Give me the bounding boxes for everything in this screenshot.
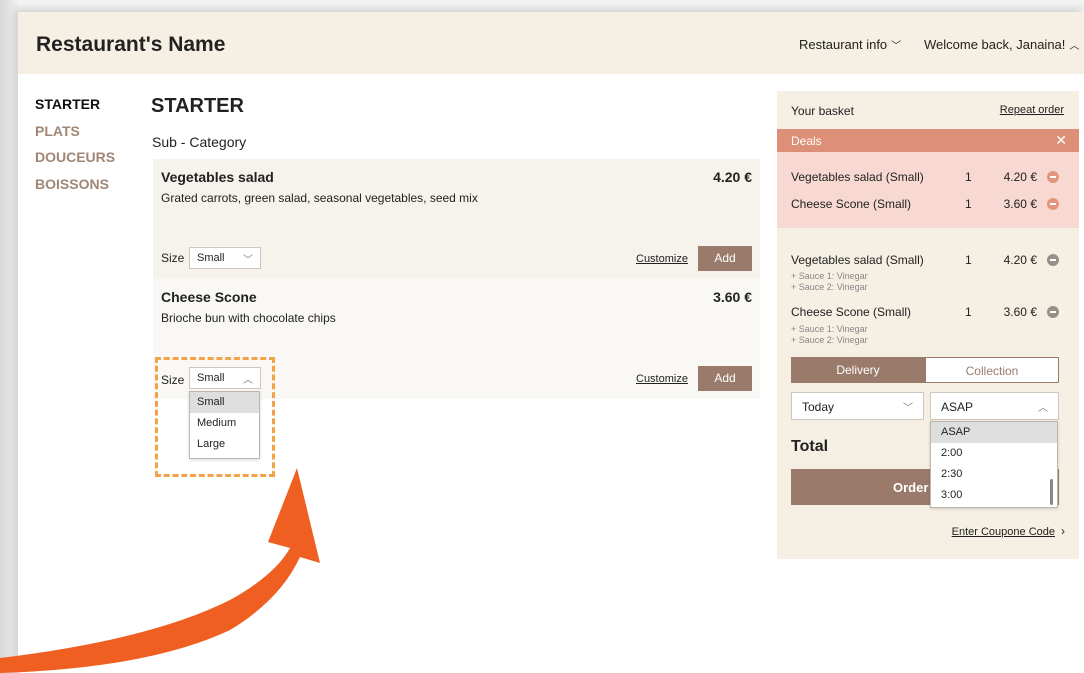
time-option[interactable]: 2:00 <box>931 443 1057 464</box>
minus-circle-icon[interactable] <box>1047 171 1059 183</box>
basket-line-price: 3.60 € <box>1003 197 1037 211</box>
time-select-value: ASAP <box>941 400 974 414</box>
sidebar-item-starter[interactable]: STARTER <box>35 96 100 112</box>
basket-line-option: + Sauce 1: Vinegar <box>791 324 868 334</box>
chevron-up-icon: ︿ <box>1038 403 1048 414</box>
basket-line-name: Vegetables salad (Small) <box>791 253 924 267</box>
chevron-down-icon: ﹀ <box>891 41 902 52</box>
total-label: Total <box>791 438 829 455</box>
minus-circle-icon[interactable] <box>1047 198 1059 210</box>
time-option-asap[interactable]: ASAP <box>931 422 1057 443</box>
deals-bar: Deals ✕ <box>777 129 1079 152</box>
brand-title: Restaurant's Name <box>36 33 226 56</box>
section-title: STARTER <box>151 95 244 117</box>
time-option[interactable]: 3:00 <box>931 485 1057 506</box>
day-select[interactable]: Today ﹀ <box>791 392 924 420</box>
basket-line-price: 4.20 € <box>1003 253 1037 267</box>
chevron-right-icon: › <box>1061 524 1065 538</box>
item-name: Vegetables salad <box>161 169 274 185</box>
restaurant-info-label: Restaurant info <box>799 37 888 52</box>
repeat-order-link[interactable]: Repeat order <box>1000 104 1064 116</box>
dropdown-scrollbar[interactable] <box>1050 479 1053 505</box>
sidebar-item-boissons[interactable]: BOISSONS <box>35 176 109 192</box>
header: Restaurant's Name Restaurant info ﹀ Welco… <box>18 12 1084 74</box>
basket-line-name: Vegetables salad (Small) <box>791 170 924 184</box>
basket-line-qty: 1 <box>965 253 972 267</box>
deals-box: Vegetables salad (Small) 1 4.20 € Cheese… <box>777 152 1079 228</box>
tab-delivery[interactable]: Delivery <box>791 357 925 383</box>
page: Restaurant's Name Restaurant info ﹀ Welco… <box>18 12 1084 673</box>
item-name: Cheese Scone <box>161 289 257 305</box>
size-select-value: Small <box>197 252 225 264</box>
coupon-label: Enter Coupone Code <box>951 526 1055 538</box>
deals-label: Deals <box>791 134 822 148</box>
basket-line-option: + Sauce 2: Vinegar <box>791 335 868 345</box>
basket-line-qty: 1 <box>965 170 972 184</box>
basket-line-price: 3.60 € <box>1003 305 1037 319</box>
chevron-down-icon: ﹀ <box>903 403 913 414</box>
item-price: 3.60 € <box>713 289 752 305</box>
sidebar-item-plats[interactable]: PLATS <box>35 123 80 139</box>
minus-circle-icon[interactable] <box>1047 306 1059 318</box>
size-select[interactable]: Small ﹀ <box>189 247 261 269</box>
tab-collection[interactable]: Collection <box>925 357 1059 383</box>
add-button[interactable]: Add <box>698 366 752 391</box>
menu-item-card: Vegetables salad Grated carrots, green s… <box>153 159 760 279</box>
add-button[interactable]: Add <box>698 246 752 271</box>
size-label: Size <box>161 251 185 265</box>
basket-line-option: + Sauce 1: Vinegar <box>791 271 868 281</box>
item-description: Grated carrots, green salad, seasonal ve… <box>161 191 478 205</box>
basket-line-name: Cheese Scone (Small) <box>791 305 912 319</box>
minus-circle-icon[interactable] <box>1047 254 1059 266</box>
chevron-up-icon: ︿ <box>1069 41 1080 52</box>
order-label: Order <box>893 480 929 495</box>
chevron-down-icon: ﹀ <box>243 255 253 266</box>
customize-link[interactable]: Customize <box>636 373 688 385</box>
basket-line-name: Cheese Scone (Small) <box>791 197 912 211</box>
time-option[interactable]: 2:30 <box>931 464 1057 485</box>
welcome-label: Welcome back, Janaina! <box>924 37 1066 52</box>
basket-line-qty: 1 <box>965 197 972 211</box>
item-description: Brioche bun with chocolate chips <box>161 311 336 325</box>
coupon-link[interactable]: Enter Coupone Code › <box>952 524 1065 538</box>
basket-title: Your basket <box>791 104 854 118</box>
restaurant-info-menu[interactable]: Restaurant info ﹀ <box>799 37 901 52</box>
time-dropdown-list: ASAP 2:00 2:30 3:00 <box>930 421 1058 508</box>
left-shadow <box>0 0 20 673</box>
sidebar-item-douceurs[interactable]: DOUCEURS <box>35 149 115 165</box>
basket-line-price: 4.20 € <box>1003 170 1037 184</box>
highlight-dashed-box <box>155 357 275 477</box>
time-select[interactable]: ASAP ︿ <box>930 392 1059 420</box>
account-menu[interactable]: Welcome back, Janaina! ︿ <box>924 37 1079 52</box>
day-select-value: Today <box>802 400 835 414</box>
item-price: 4.20 € <box>713 169 752 185</box>
basket-line-qty: 1 <box>965 305 972 319</box>
customize-link[interactable]: Customize <box>636 253 688 265</box>
sub-category-title: Sub - Category <box>152 134 247 150</box>
basket-line-option: + Sauce 2: Vinegar <box>791 282 868 292</box>
close-icon[interactable]: ✕ <box>1055 132 1067 149</box>
